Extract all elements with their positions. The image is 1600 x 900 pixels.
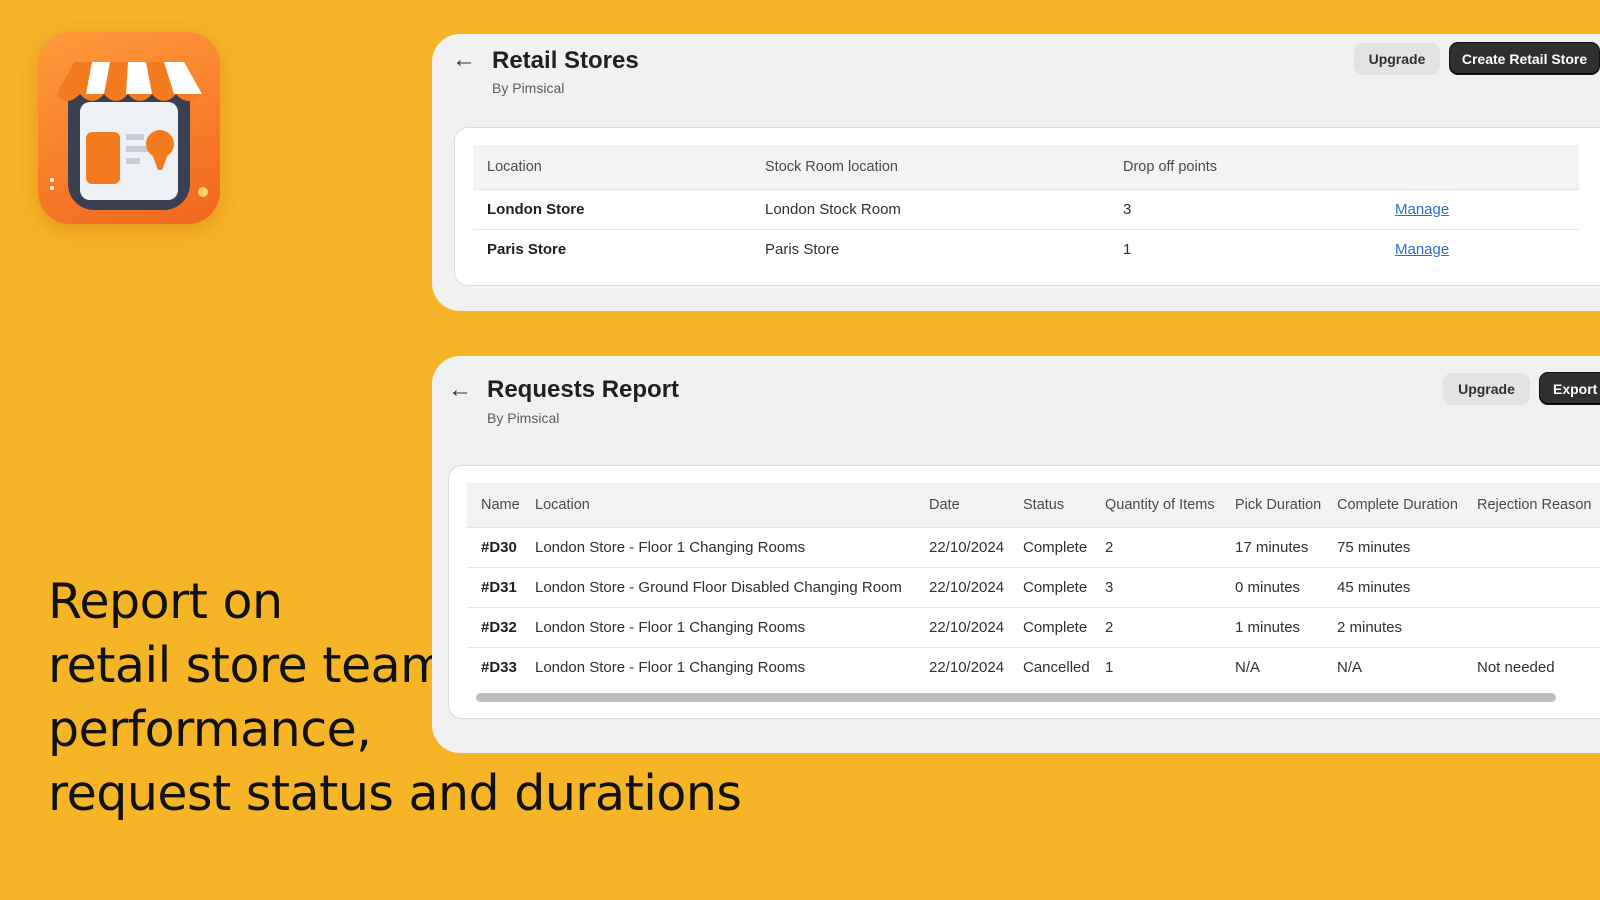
stock-room-location: London Stock Room xyxy=(751,189,1109,230)
request-name: #D33 xyxy=(467,647,521,687)
pick-duration: 1 minutes xyxy=(1221,607,1323,648)
page-subtitle: By Pimsical xyxy=(492,80,565,96)
request-name: #D31 xyxy=(467,567,521,608)
complete-duration: 2 minutes xyxy=(1323,607,1463,648)
manage-link[interactable]: Manage xyxy=(1395,241,1449,258)
request-date: 22/10/2024 xyxy=(915,527,1009,568)
page-subtitle: By Pimsical xyxy=(487,410,560,426)
table-row: #D30 London Store - Floor 1 Changing Roo… xyxy=(467,527,1600,568)
report-table-card: Name Location Date Status Quantity of It… xyxy=(448,465,1600,719)
request-quantity: 2 xyxy=(1091,527,1221,568)
stock-room-location: Paris Store xyxy=(751,229,1109,269)
request-location: London Store - Floor 1 Changing Rooms xyxy=(521,527,915,568)
request-date: 22/10/2024 xyxy=(915,647,1009,687)
headline-line: request status and durations xyxy=(48,765,742,822)
table-row: Paris Store Paris Store 1 Manage xyxy=(473,229,1579,269)
rejection-reason: Not needed xyxy=(1463,647,1600,687)
column-header: Location xyxy=(521,483,915,528)
request-name: #D32 xyxy=(467,607,521,648)
complete-duration: 45 minutes xyxy=(1323,567,1463,608)
table-header-row: Name Location Date Status Quantity of It… xyxy=(467,483,1600,528)
request-status: Complete xyxy=(1009,527,1091,568)
drop-off-count: 3 xyxy=(1109,189,1381,230)
back-arrow-icon[interactable]: ← xyxy=(452,48,476,72)
page-title: Requests Report xyxy=(487,376,680,403)
back-arrow-icon[interactable]: ← xyxy=(448,378,472,402)
request-location: London Store - Ground Floor Disabled Cha… xyxy=(521,567,915,608)
pick-duration: 0 minutes xyxy=(1221,567,1323,608)
stores-table-card: Location Stock Room location Drop off po… xyxy=(454,127,1600,286)
table-row: London Store London Stock Room 3 Manage xyxy=(473,189,1579,230)
table-row: #D33 London Store - Floor 1 Changing Roo… xyxy=(467,647,1600,687)
stores-table: Location Stock Room location Drop off po… xyxy=(473,145,1579,269)
rejection-reason xyxy=(1463,607,1600,648)
retail-stores-panel: ← Retail Stores By Pimsical Upgrade Crea… xyxy=(432,34,1600,311)
storefront-icon xyxy=(50,62,208,210)
column-header: Complete Duration xyxy=(1323,483,1463,528)
column-header: Quantity of Items xyxy=(1091,483,1221,528)
store-location: Paris Store xyxy=(473,229,751,269)
upgrade-button[interactable]: Upgrade xyxy=(1443,373,1530,405)
column-header: Name xyxy=(467,483,521,528)
manage-link[interactable]: Manage xyxy=(1395,201,1449,218)
table-header-row: Location Stock Room location Drop off po… xyxy=(473,145,1579,190)
horizontal-scrollbar[interactable] xyxy=(476,693,1556,702)
complete-duration: N/A xyxy=(1323,647,1463,687)
request-status: Cancelled xyxy=(1009,647,1091,687)
column-header: Status xyxy=(1009,483,1091,528)
store-location: London Store xyxy=(473,189,751,230)
column-header: Stock Room location xyxy=(751,145,1109,190)
table-row: #D32 London Store - Floor 1 Changing Roo… xyxy=(467,607,1600,648)
table-row: #D31 London Store - Ground Floor Disable… xyxy=(467,567,1600,608)
complete-duration: 75 minutes xyxy=(1323,527,1463,568)
page-title: Retail Stores xyxy=(492,47,639,74)
request-location: London Store - Floor 1 Changing Rooms xyxy=(521,607,915,648)
request-quantity: 2 xyxy=(1091,607,1221,648)
rejection-reason xyxy=(1463,527,1600,568)
request-status: Complete xyxy=(1009,607,1091,648)
column-header: Pick Duration xyxy=(1221,483,1323,528)
column-header: Drop off points xyxy=(1109,145,1381,190)
request-date: 22/10/2024 xyxy=(915,567,1009,608)
request-quantity: 1 xyxy=(1091,647,1221,687)
column-header: Location xyxy=(473,145,751,190)
upgrade-button[interactable]: Upgrade xyxy=(1354,43,1440,75)
pick-duration: N/A xyxy=(1221,647,1323,687)
column-header: Rejection Reason xyxy=(1463,483,1600,528)
request-location: London Store - Floor 1 Changing Rooms xyxy=(521,647,915,687)
drop-off-count: 1 xyxy=(1109,229,1381,269)
pick-duration: 17 minutes xyxy=(1221,527,1323,568)
column-header xyxy=(1381,145,1579,190)
rejection-reason xyxy=(1463,567,1600,608)
request-quantity: 3 xyxy=(1091,567,1221,608)
request-name: #D30 xyxy=(467,527,521,568)
create-retail-store-button[interactable]: Create Retail Store xyxy=(1449,42,1600,75)
export-button[interactable]: Export xyxy=(1539,372,1600,405)
request-date: 22/10/2024 xyxy=(915,607,1009,648)
app-logo xyxy=(38,32,220,224)
request-status: Complete xyxy=(1009,567,1091,608)
requests-table: Name Location Date Status Quantity of It… xyxy=(467,483,1600,687)
column-header: Date xyxy=(915,483,1009,528)
